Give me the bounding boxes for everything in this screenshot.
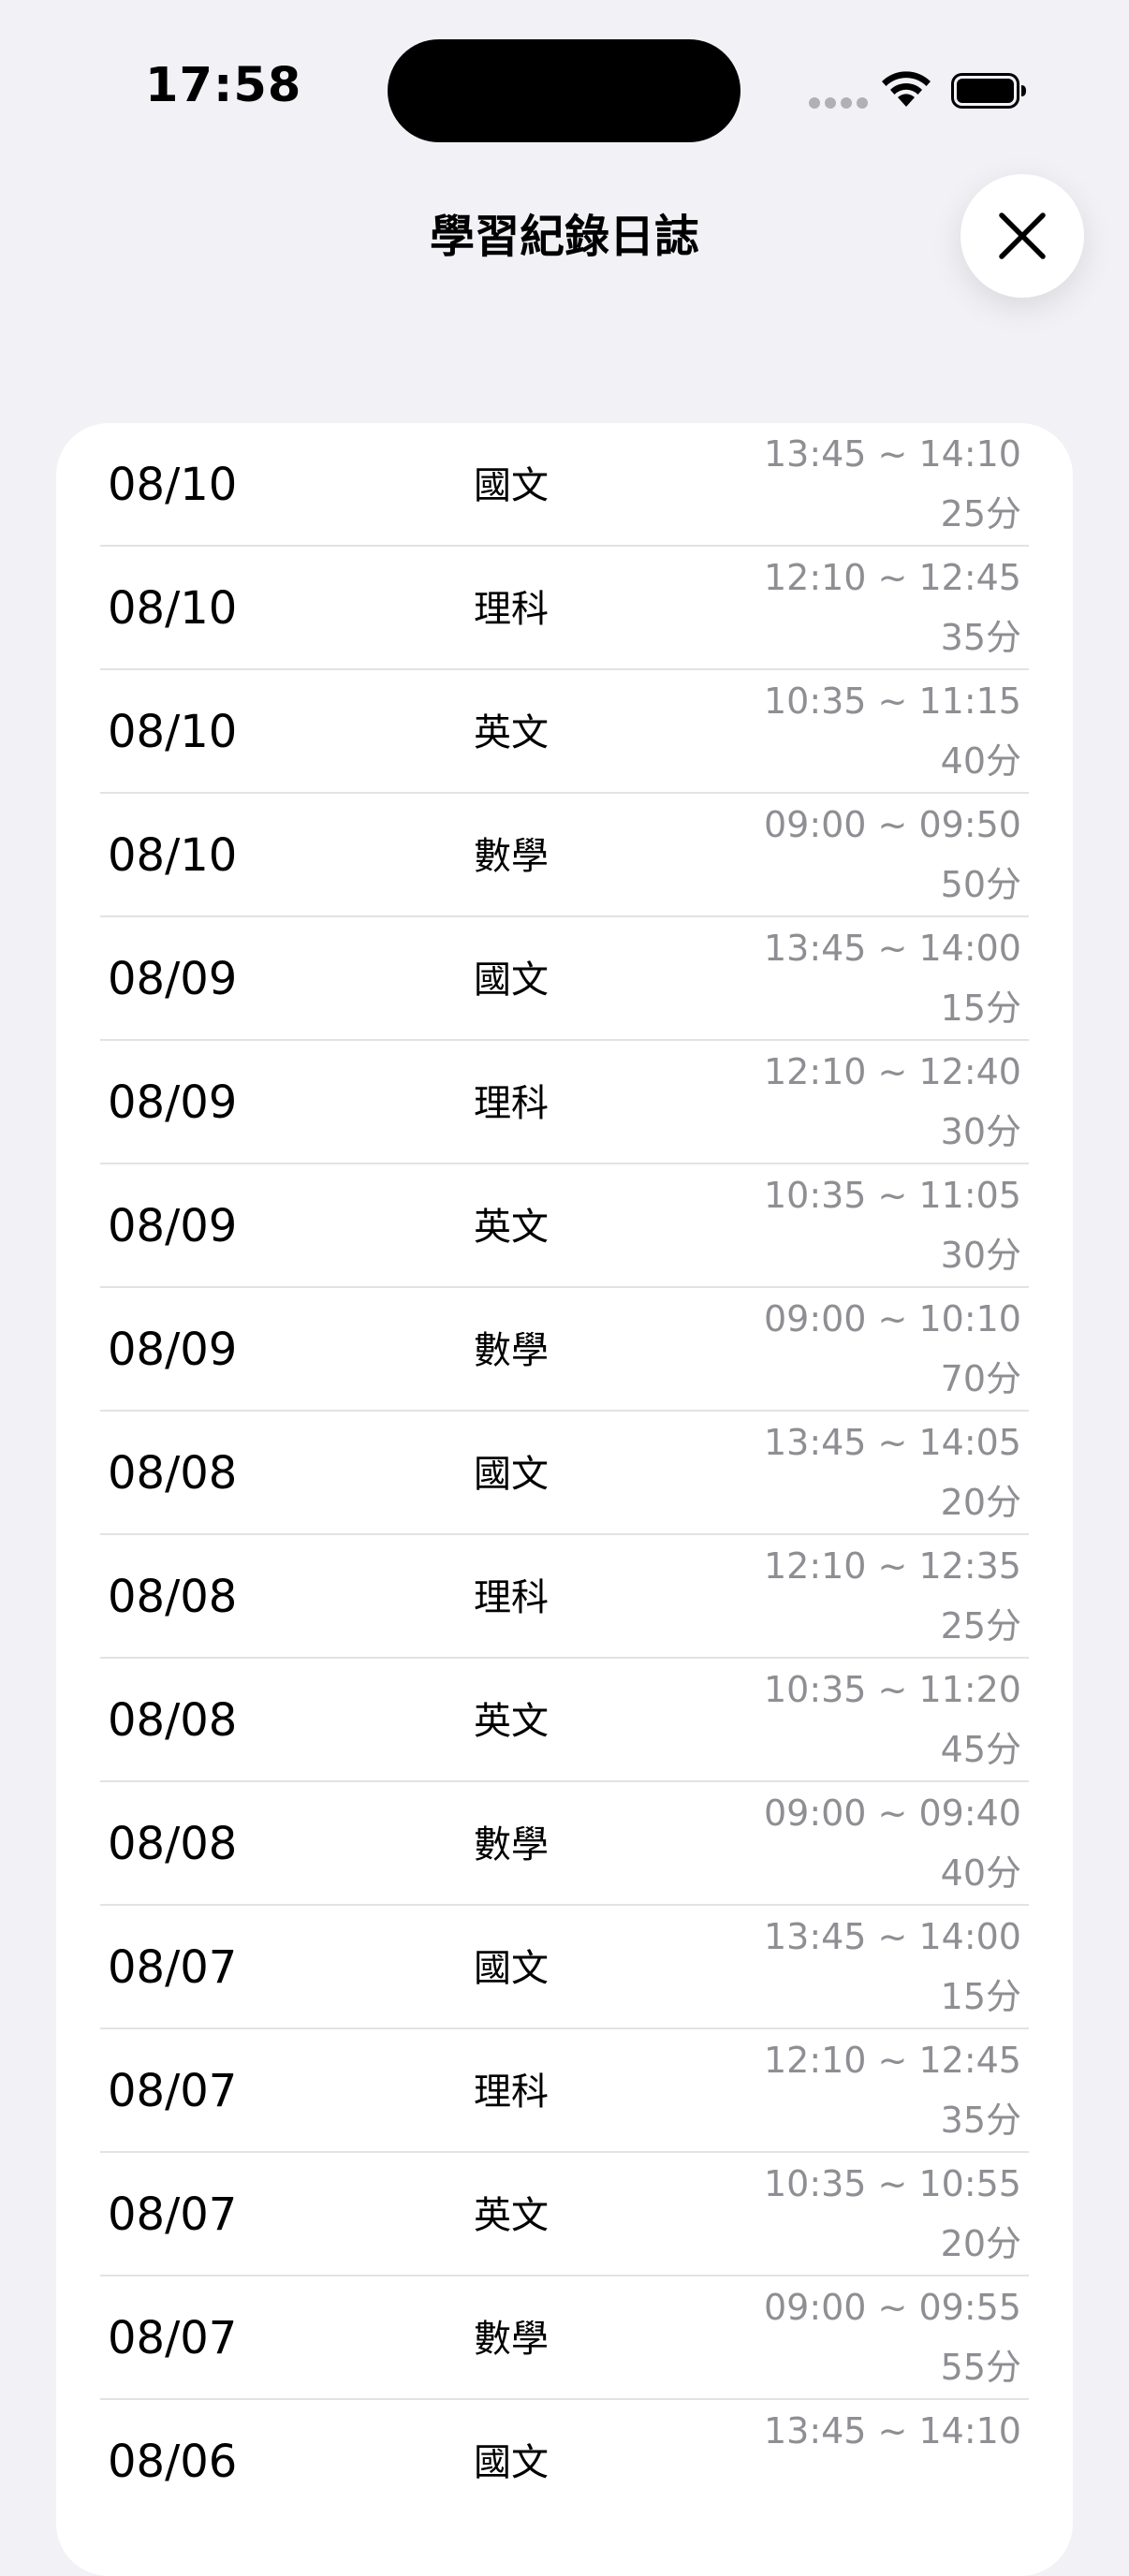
close-button[interactable]	[960, 174, 1084, 298]
log-row[interactable]: 08/07 英文 10:35 ~ 10:55 20分	[56, 2153, 1073, 2276]
row-duration: 35分	[940, 617, 1021, 658]
battery-icon	[951, 73, 1026, 109]
row-date: 08/10	[108, 829, 238, 882]
row-duration: 50分	[940, 864, 1021, 905]
status-time: 17:58	[145, 58, 302, 113]
status-icons	[807, 69, 1032, 110]
row-time-range: 09:00 ~ 09:55	[763, 2287, 1021, 2328]
row-duration: 20分	[940, 1482, 1021, 1523]
row-date: 08/07	[108, 2312, 238, 2364]
row-subject: 國文	[474, 2441, 549, 2484]
row-time-range: 12:10 ~ 12:35	[763, 1545, 1021, 1587]
row-time-range: 10:35 ~ 11:15	[763, 681, 1021, 722]
row-subject: 國文	[474, 1947, 549, 1990]
row-date: 08/07	[108, 2065, 238, 2117]
row-time-range: 13:45 ~ 14:00	[763, 928, 1021, 969]
row-subject: 國文	[474, 1453, 549, 1496]
row-time-range: 13:45 ~ 14:05	[763, 1422, 1021, 1463]
row-subject: 數學	[474, 2318, 549, 2361]
log-row[interactable]: 08/10 國文 13:45 ~ 14:10 25分	[56, 423, 1073, 547]
row-subject: 數學	[474, 1823, 549, 1866]
row-time-range: 09:00 ~ 10:10	[763, 1298, 1021, 1339]
row-time-range: 12:10 ~ 12:45	[763, 2040, 1021, 2081]
log-row[interactable]: 08/06 國文 13:45 ~ 14:10	[56, 2400, 1073, 2524]
row-time-range: 12:10 ~ 12:40	[763, 1051, 1021, 1092]
log-row[interactable]: 08/07 數學 09:00 ~ 09:55 55分	[56, 2276, 1073, 2400]
row-date: 08/06	[108, 2436, 238, 2488]
log-row[interactable]: 08/08 數學 09:00 ~ 09:40 40分	[56, 1782, 1073, 1906]
row-duration: 55分	[940, 2347, 1021, 2388]
log-row[interactable]: 08/10 數學 09:00 ~ 09:50 50分	[56, 794, 1073, 917]
row-time-range: 09:00 ~ 09:40	[763, 1793, 1021, 1834]
row-subject: 英文	[474, 1700, 549, 1743]
row-subject: 英文	[474, 2194, 549, 2237]
dynamic-island	[388, 39, 740, 142]
row-duration: 15分	[940, 988, 1021, 1029]
row-duration: 25分	[940, 1605, 1021, 1647]
row-time-range: 13:45 ~ 14:10	[763, 433, 1021, 475]
row-subject: 英文	[474, 1206, 549, 1249]
row-date: 08/09	[108, 1324, 238, 1376]
row-date: 08/10	[108, 706, 238, 758]
log-row[interactable]: 08/08 英文 10:35 ~ 11:20 45分	[56, 1659, 1073, 1782]
log-row[interactable]: 08/08 國文 13:45 ~ 14:05 20分	[56, 1412, 1073, 1535]
row-time-range: 10:35 ~ 11:05	[763, 1175, 1021, 1216]
row-time-range: 13:45 ~ 14:00	[763, 1916, 1021, 1957]
status-bar: 17:58	[0, 0, 1129, 178]
row-date: 08/08	[108, 1571, 238, 1623]
log-row[interactable]: 08/10 理科 12:10 ~ 12:45 35分	[56, 547, 1073, 670]
row-subject: 英文	[474, 711, 549, 754]
row-subject: 理科	[474, 1082, 549, 1125]
row-time-range: 10:35 ~ 10:55	[763, 2163, 1021, 2204]
row-duration: 30分	[940, 1111, 1021, 1152]
row-date: 08/10	[108, 459, 238, 511]
row-date: 08/07	[108, 2188, 238, 2241]
row-duration: 15分	[940, 1976, 1021, 2017]
row-duration: 40分	[940, 740, 1021, 782]
row-subject: 數學	[474, 835, 549, 878]
row-date: 08/08	[108, 1447, 238, 1500]
log-row[interactable]: 08/09 英文 10:35 ~ 11:05 30分	[56, 1164, 1073, 1288]
row-subject: 國文	[474, 959, 549, 1002]
row-date: 08/09	[108, 1076, 238, 1129]
row-time-range: 09:00 ~ 09:50	[763, 804, 1021, 845]
wifi-icon	[882, 71, 931, 107]
row-subject: 數學	[474, 1329, 549, 1372]
row-subject: 國文	[474, 464, 549, 507]
row-date: 08/09	[108, 953, 238, 1005]
row-date: 08/10	[108, 582, 238, 635]
log-row[interactable]: 08/09 理科 12:10 ~ 12:40 30分	[56, 1041, 1073, 1164]
log-row[interactable]: 08/09 國文 13:45 ~ 14:00 15分	[56, 917, 1073, 1041]
row-time-range: 12:10 ~ 12:45	[763, 557, 1021, 598]
log-row[interactable]: 08/09 數學 09:00 ~ 10:10 70分	[56, 1288, 1073, 1412]
close-icon	[999, 212, 1046, 259]
row-subject: 理科	[474, 588, 549, 631]
row-subject: 理科	[474, 2071, 549, 2114]
study-log-list[interactable]: 08/10 國文 13:45 ~ 14:10 25分 08/10 理科 12:10 ~ 12…	[56, 423, 1073, 2576]
log-row[interactable]: 08/07 國文 13:45 ~ 14:00 15分	[56, 1906, 1073, 2029]
row-subject: 理科	[474, 1576, 549, 1619]
cellular-signal-icon	[809, 97, 869, 110]
log-row[interactable]: 08/10 英文 10:35 ~ 11:15 40分	[56, 670, 1073, 794]
row-duration: 45分	[940, 1729, 1021, 1770]
row-date: 08/07	[108, 1941, 238, 1994]
row-duration: 40分	[940, 1852, 1021, 1894]
row-date: 08/08	[108, 1818, 238, 1870]
row-time-range: 10:35 ~ 11:20	[763, 1669, 1021, 1710]
row-date: 08/09	[108, 1200, 238, 1252]
log-row[interactable]: 08/08 理科 12:10 ~ 12:35 25分	[56, 1535, 1073, 1659]
row-date: 08/08	[108, 1694, 238, 1747]
row-duration: 30分	[940, 1235, 1021, 1276]
row-duration: 20分	[940, 2223, 1021, 2264]
row-duration: 35分	[940, 2100, 1021, 2141]
log-row[interactable]: 08/07 理科 12:10 ~ 12:45 35分	[56, 2029, 1073, 2153]
row-duration: 70分	[940, 1358, 1021, 1399]
row-duration: 25分	[940, 493, 1021, 534]
row-time-range: 13:45 ~ 14:10	[763, 2410, 1021, 2452]
